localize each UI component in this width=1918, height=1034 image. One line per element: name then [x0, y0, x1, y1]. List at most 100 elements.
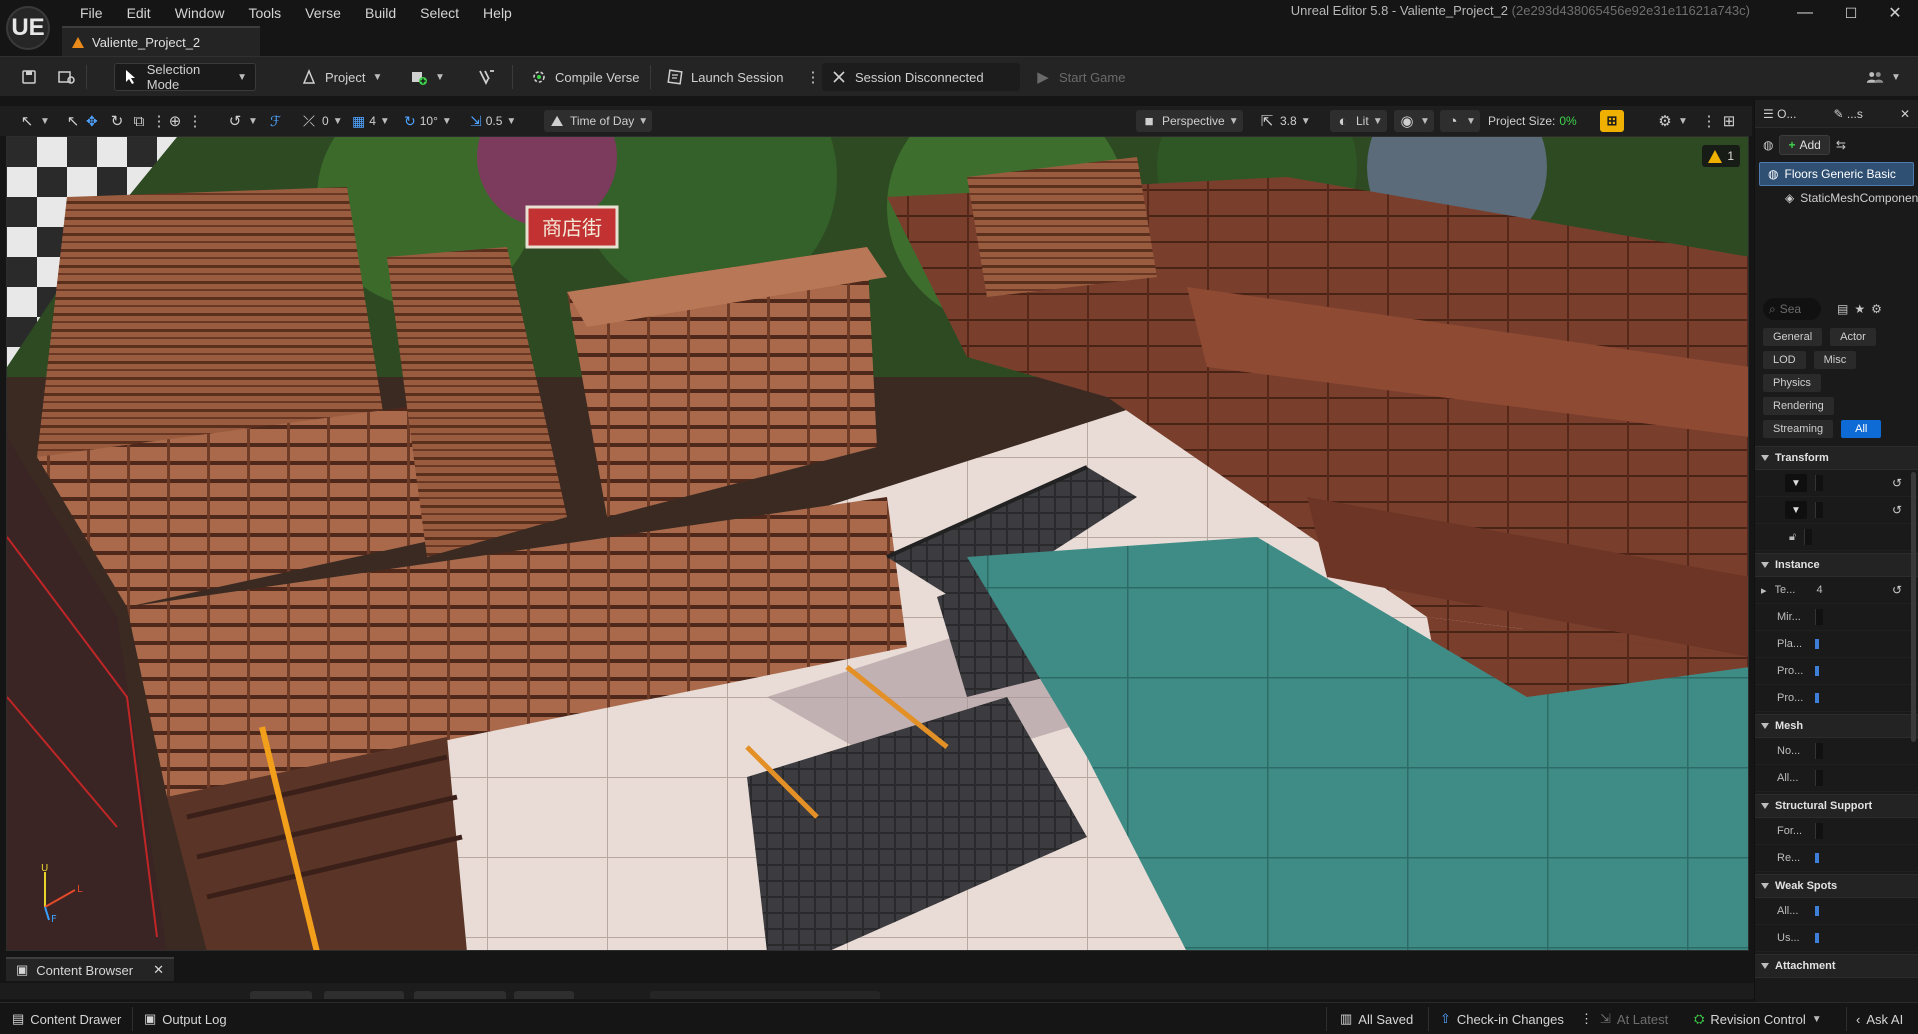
verse-button[interactable]: [470, 63, 504, 91]
tab-outliner[interactable]: ☰ O...: [1763, 107, 1796, 121]
angle-snap-dropdown[interactable]: ↻ 10° ▼: [400, 110, 456, 132]
browse-button[interactable]: [50, 63, 84, 91]
maximize-button[interactable]: ☐: [1828, 0, 1874, 26]
snap-rotate-dropdown[interactable]: ⤫ 0 ▼: [296, 110, 347, 132]
category-lod[interactable]: LOD: [1763, 351, 1806, 369]
collaboration-dropdown[interactable]: ▼: [1858, 63, 1909, 91]
checkbox[interactable]: [1815, 666, 1819, 676]
perspective-dropdown[interactable]: ■ Perspective ▼: [1136, 110, 1243, 132]
layout-button[interactable]: ⊞: [1716, 110, 1742, 132]
table-view-icon[interactable]: ▤: [1837, 302, 1848, 316]
close-window-button[interactable]: ✕: [1872, 0, 1918, 26]
value-field[interactable]: [1804, 529, 1813, 545]
star-icon[interactable]: ★: [1854, 302, 1865, 316]
viewport-settings-dropdown[interactable]: ⚙ ▼: [1652, 110, 1692, 132]
menu-window[interactable]: Window: [163, 4, 237, 22]
launch-session-button[interactable]: Launch Session: [658, 63, 792, 91]
category-rendering[interactable]: Rendering: [1763, 397, 1834, 415]
menu-select[interactable]: Select: [408, 4, 471, 22]
menu-build[interactable]: Build: [353, 4, 408, 22]
blueprint-icon[interactable]: ⇆: [1836, 138, 1846, 152]
minimize-button[interactable]: —: [1782, 0, 1828, 26]
checkbox[interactable]: [1815, 906, 1819, 916]
checkbox[interactable]: [1815, 853, 1819, 863]
transform-select-dropdown[interactable]: ↖ ▼: [14, 110, 54, 132]
output-log-button[interactable]: ▣ Output Log: [144, 1009, 227, 1029]
section-instance[interactable]: Instance: [1755, 553, 1918, 577]
view-mode-dropdown[interactable]: ◐ Lit ▼: [1330, 110, 1387, 132]
section-structural-support[interactable]: Structural Support: [1755, 794, 1918, 818]
level-viewport[interactable]: 商店街 1 U L F: [6, 136, 1749, 951]
child-component[interactable]: ◈ StaticMeshComponent: [1755, 186, 1918, 210]
cb-path-breadcrumb[interactable]: [650, 991, 880, 999]
content-drawer-button[interactable]: ▤ Content Drawer: [12, 1009, 121, 1029]
save-level-button[interactable]: [12, 63, 46, 91]
snapshot-button[interactable]: ⊞: [1600, 110, 1624, 132]
project-dropdown[interactable]: Project ▼: [292, 63, 390, 91]
unreal-logo-icon[interactable]: UE: [6, 6, 50, 50]
menu-help[interactable]: Help: [471, 4, 524, 22]
checkbox[interactable]: [1815, 693, 1819, 703]
section-transform[interactable]: Transform: [1755, 446, 1918, 470]
menu-file[interactable]: File: [68, 4, 115, 22]
cb-fab-button[interactable]: [514, 991, 574, 999]
performance-dropdown[interactable]: ◔ ▼: [1440, 110, 1480, 132]
menu-verse[interactable]: Verse: [293, 4, 353, 22]
add-content-dropdown[interactable]: ▼: [402, 63, 453, 91]
show-flags-dropdown[interactable]: ◉ ▼: [1394, 110, 1434, 132]
reset-icon[interactable]: ↺: [1892, 503, 1902, 517]
category-misc[interactable]: Misc: [1813, 351, 1857, 369]
menu-tools[interactable]: Tools: [236, 4, 293, 22]
level-tab[interactable]: Valiente_Project_2: [62, 26, 261, 56]
gear-icon[interactable]: ⚙: [1871, 302, 1882, 316]
viewport-more-button-2[interactable]: ⋮: [182, 110, 208, 132]
compile-verse-button[interactable]: Compile Verse: [522, 63, 648, 91]
location-dropdown[interactable]: ▼: [1785, 474, 1807, 492]
category-all[interactable]: All: [1841, 420, 1882, 438]
checkbox[interactable]: [1815, 639, 1819, 649]
value-field[interactable]: [1815, 609, 1823, 625]
prop-value[interactable]: 4: [1817, 584, 1823, 596]
viewport-warning-badge[interactable]: 1: [1702, 145, 1740, 167]
category-actor[interactable]: Actor: [1830, 328, 1876, 346]
time-of-day-dropdown[interactable]: ⛰ Time of Day ▼: [544, 110, 653, 132]
check-in-button[interactable]: ⇧ Check-in Changes: [1440, 1009, 1564, 1029]
section-weak-spots[interactable]: Weak Spots: [1755, 874, 1918, 898]
close-tab-icon[interactable]: ✕: [153, 962, 164, 978]
category-streaming[interactable]: Streaming: [1763, 420, 1834, 438]
cb-import-button[interactable]: [324, 991, 404, 999]
details-scrollbar[interactable]: [1911, 472, 1916, 742]
snap-toggle[interactable]: ℱ: [266, 110, 285, 132]
category-general[interactable]: General: [1763, 328, 1823, 346]
value-field[interactable]: [1815, 743, 1823, 759]
cb-save-all-button[interactable]: [414, 991, 506, 999]
selected-component[interactable]: ◍ Floors Generic Basic: [1759, 162, 1914, 186]
section-attachment[interactable]: Attachment: [1755, 954, 1918, 978]
camera-speed-dropdown[interactable]: ⇱ 3.8 ▼: [1254, 110, 1315, 132]
rotation-dropdown[interactable]: ▼: [1785, 501, 1807, 519]
value-field[interactable]: [1815, 770, 1823, 786]
reset-icon[interactable]: ↺: [1892, 583, 1902, 597]
expand-icon[interactable]: ▸: [1761, 584, 1767, 597]
checkbox[interactable]: [1815, 933, 1819, 943]
value-field[interactable]: [1815, 502, 1823, 518]
start-game-button[interactable]: ▶ Start Game: [1026, 63, 1133, 91]
ask-ai-button[interactable]: ‹ Ask AI: [1856, 1009, 1903, 1029]
add-component-button[interactable]: + Add: [1779, 135, 1830, 155]
scale-snap-dropdown[interactable]: ⇲ 0.5 ▼: [466, 110, 520, 132]
translate-tool[interactable]: ✥: [82, 110, 102, 132]
menu-edit[interactable]: Edit: [115, 4, 163, 22]
section-mesh[interactable]: Mesh: [1755, 714, 1918, 738]
value-field[interactable]: [1815, 475, 1823, 491]
value-field[interactable]: [1815, 823, 1823, 839]
cb-add-button[interactable]: [250, 991, 312, 999]
reset-icon[interactable]: ↺: [1892, 476, 1902, 490]
all-saved-button[interactable]: ▥ All Saved: [1340, 1009, 1413, 1029]
surface-snap-dropdown[interactable]: ↺ ▼: [222, 110, 262, 132]
tab-details[interactable]: ✎ ...s: [1833, 107, 1862, 121]
selection-mode-dropdown[interactable]: Selection Mode ▼: [114, 62, 256, 92]
lock-icon[interactable]: 🔓︎: [1789, 531, 1796, 544]
content-browser-tab[interactable]: ▣ Content Browser ✕: [6, 957, 175, 981]
details-search-input[interactable]: ⌕ Sea: [1763, 298, 1821, 320]
status-more-button[interactable]: ⋮: [1580, 1009, 1593, 1029]
